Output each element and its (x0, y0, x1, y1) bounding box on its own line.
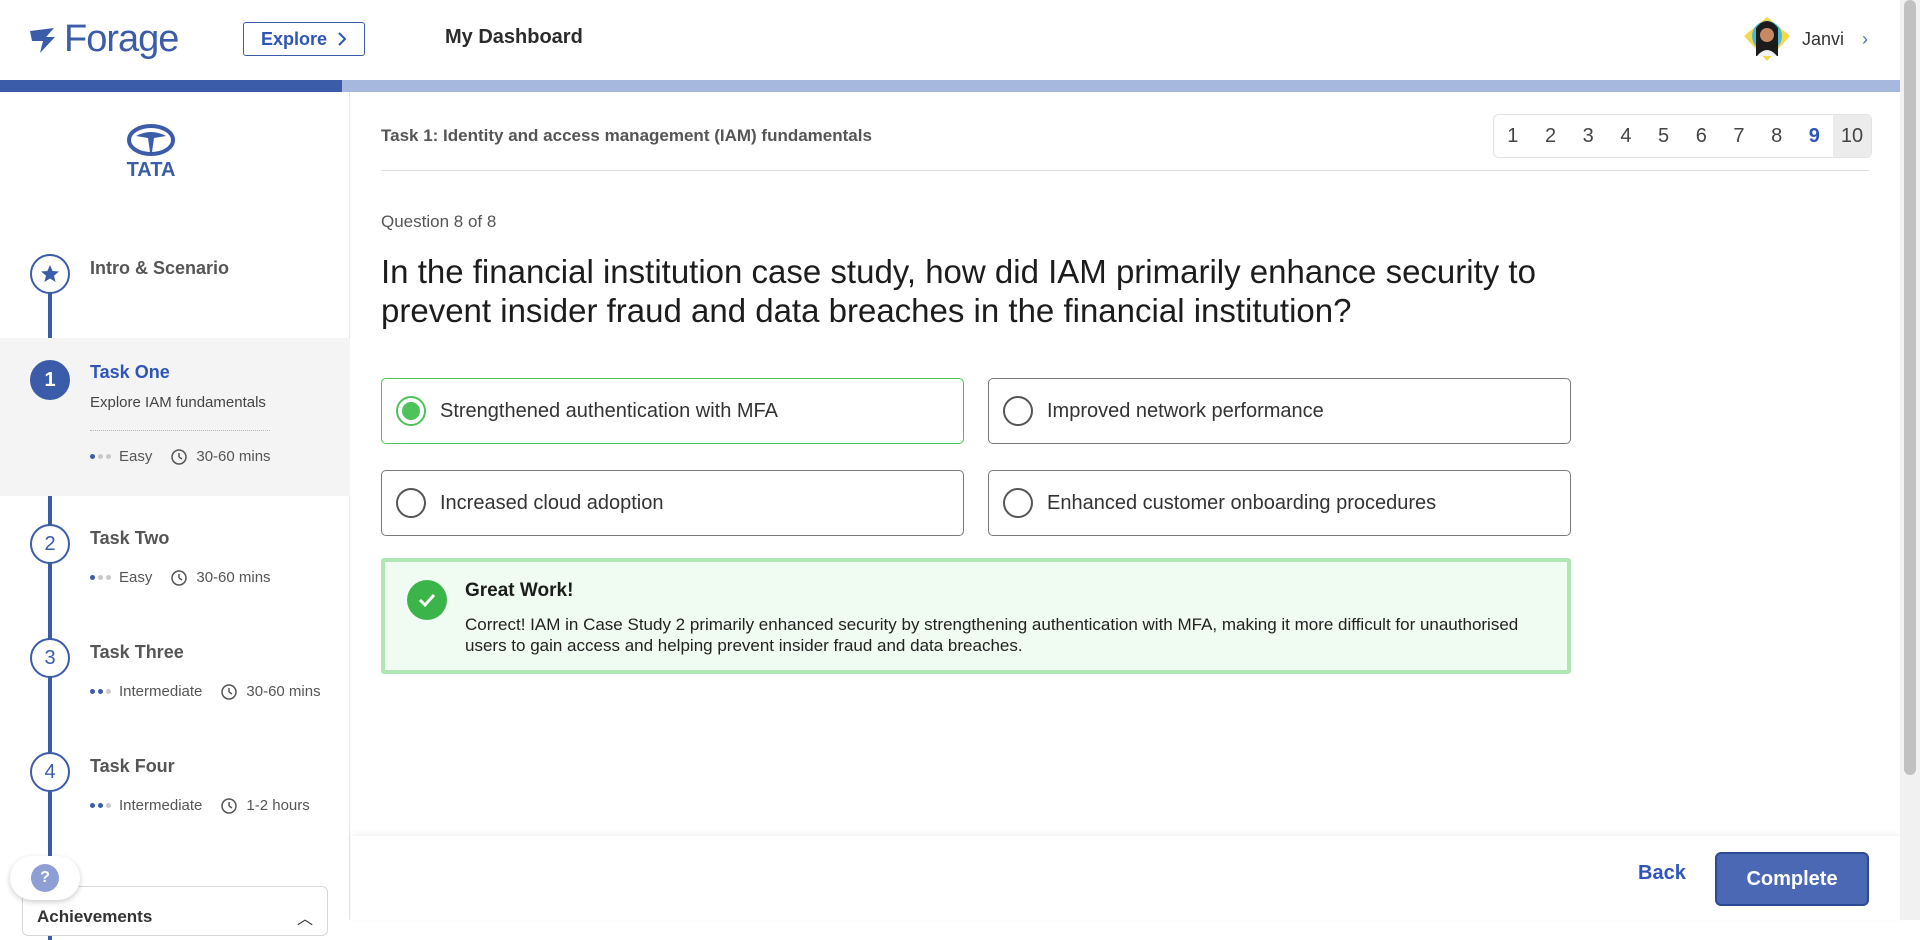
task-meta: Intermediate 30-60 mins (90, 682, 321, 700)
answer-option[interactable]: Increased cloud adoption (381, 470, 964, 536)
task-meta: Easy 30-60 mins (90, 568, 271, 586)
page-number-9[interactable]: 9 (1796, 115, 1834, 157)
difficulty-dots-icon (90, 453, 111, 459)
feedback-text: Correct! IAM in Case Study 2 primarily e… (465, 615, 1519, 655)
difficulty-label: Intermediate (119, 682, 203, 700)
sidebar-item-task-one[interactable]: 1 Task One Explore IAM fundamentals Easy… (0, 338, 350, 496)
difficulty-label: Easy (119, 568, 153, 586)
answer-option[interactable]: Strengthened authentication with MFA (381, 378, 964, 444)
step-number: 2 (30, 524, 70, 564)
avatar (1744, 17, 1790, 61)
clock-icon (221, 798, 238, 814)
duration-label: 30-60 mins (246, 682, 321, 700)
divider (90, 430, 270, 431)
feedback-title: Great Work! (465, 580, 574, 601)
page-number-5[interactable]: 5 (1645, 115, 1683, 157)
user-menu[interactable]: Janvi › (1742, 16, 1868, 62)
option-label: Enhanced customer onboarding procedures (1047, 491, 1437, 514)
difficulty-label: Easy (119, 447, 153, 465)
bottom-action-bar: Back Complete (351, 836, 1900, 920)
checkmark-icon (407, 580, 447, 620)
scrollbar[interactable] (1900, 0, 1920, 920)
question-pager: 1 2 3 4 5 6 7 8 9 10 (1493, 114, 1872, 158)
achievements-label: Achievements (37, 907, 153, 926)
difficulty-dots-icon (90, 688, 111, 694)
forage-logo[interactable]: Forage (28, 18, 179, 61)
logo-text: Forage (64, 18, 179, 60)
progress-fill (0, 80, 342, 92)
sidebar-item-task-two[interactable]: 2 Task Two Easy 30-60 mins (0, 512, 350, 612)
sidebar-item-label: Intro & Scenario (90, 258, 230, 278)
sidebar-item-subtitle: Explore IAM fundamentals (90, 394, 266, 411)
back-button[interactable]: Back (1638, 862, 1686, 885)
course-progress-bar (0, 80, 1900, 92)
task-title: Task 1: Identity and access management (… (381, 126, 872, 145)
answer-option[interactable]: Improved network performance (988, 378, 1571, 444)
complete-button[interactable]: Complete (1715, 852, 1869, 906)
tata-logo: TATA (127, 124, 176, 180)
duration-label: 30-60 mins (196, 568, 271, 586)
main-content: Task 1: Identity and access management (… (351, 92, 1900, 920)
page-number-1[interactable]: 1 (1494, 115, 1532, 157)
chevron-up-icon: ︿ (296, 911, 313, 928)
sidebar-item-label: Task Three (90, 642, 184, 662)
scrollbar-thumb[interactable] (1904, 0, 1916, 775)
feedback-panel: Great Work! Correct! IAM in Case Study 2… (381, 558, 1571, 674)
help-icon: ? (31, 864, 59, 892)
step-number: 4 (30, 752, 70, 792)
clock-icon (171, 570, 188, 586)
question-counter: Question 8 of 8 (381, 212, 497, 231)
sidebar-item-intro[interactable]: Intro & Scenario (0, 252, 350, 342)
option-label: Improved network performance (1047, 399, 1324, 422)
tata-logo-text: TATA (127, 159, 176, 180)
chevron-right-icon: › (1862, 28, 1869, 49)
radio-button[interactable] (396, 396, 426, 426)
chevron-right-icon (338, 32, 347, 46)
difficulty-label: Intermediate (119, 796, 203, 814)
option-label: Strengthened authentication with MFA (440, 399, 778, 422)
radio-button[interactable] (396, 488, 426, 518)
explore-button[interactable]: Explore (243, 22, 365, 56)
help-button[interactable]: ? (10, 856, 80, 900)
user-name: Janvi (1802, 28, 1845, 49)
task-sidebar: TATA Intro & Scenario 1 Task One Explore… (0, 92, 350, 940)
sidebar-item-label: Task Two (90, 528, 170, 548)
answer-option[interactable]: Enhanced customer onboarding procedures (988, 470, 1571, 536)
step-number: 3 (30, 638, 70, 678)
task-meta: Easy 30-60 mins (90, 447, 271, 465)
forage-logo-icon (30, 27, 55, 53)
sidebar-item-label: Task Four (90, 756, 175, 776)
option-label: Increased cloud adoption (440, 491, 664, 514)
divider (381, 170, 1869, 171)
duration-label: 30-60 mins (196, 447, 271, 465)
clock-icon (171, 449, 188, 465)
my-dashboard-link[interactable]: My Dashboard (445, 26, 583, 49)
radio-button[interactable] (1003, 396, 1033, 426)
sidebar-item-label: Task One (90, 362, 170, 382)
duration-label: 1-2 hours (246, 796, 310, 814)
radio-selected-dot (402, 402, 420, 420)
page-number-8[interactable]: 8 (1758, 115, 1796, 157)
page-number-3[interactable]: 3 (1569, 115, 1607, 157)
clock-icon (221, 684, 238, 700)
task-meta: Intermediate 1-2 hours (90, 796, 310, 814)
page-number-7[interactable]: 7 (1720, 115, 1758, 157)
sidebar-item-task-four[interactable]: 4 Task Four Intermediate 1-2 hours (0, 740, 350, 840)
step-number: 1 (30, 360, 70, 400)
star-icon (30, 254, 70, 294)
question-text: In the financial institution case study,… (381, 253, 1536, 329)
page-number-10[interactable]: 10 (1833, 115, 1871, 157)
explore-label: Explore (260, 28, 328, 49)
page-number-2[interactable]: 2 (1532, 115, 1570, 157)
difficulty-dots-icon (90, 574, 111, 580)
radio-button[interactable] (1003, 488, 1033, 518)
page-number-4[interactable]: 4 (1607, 115, 1645, 157)
top-navbar: Forage Explore My Dashboard Janvi › (0, 0, 1900, 80)
sidebar-item-task-three[interactable]: 3 Task Three Intermediate 30-60 mins (0, 626, 350, 726)
difficulty-dots-icon (90, 802, 111, 808)
page-number-6[interactable]: 6 (1682, 115, 1720, 157)
